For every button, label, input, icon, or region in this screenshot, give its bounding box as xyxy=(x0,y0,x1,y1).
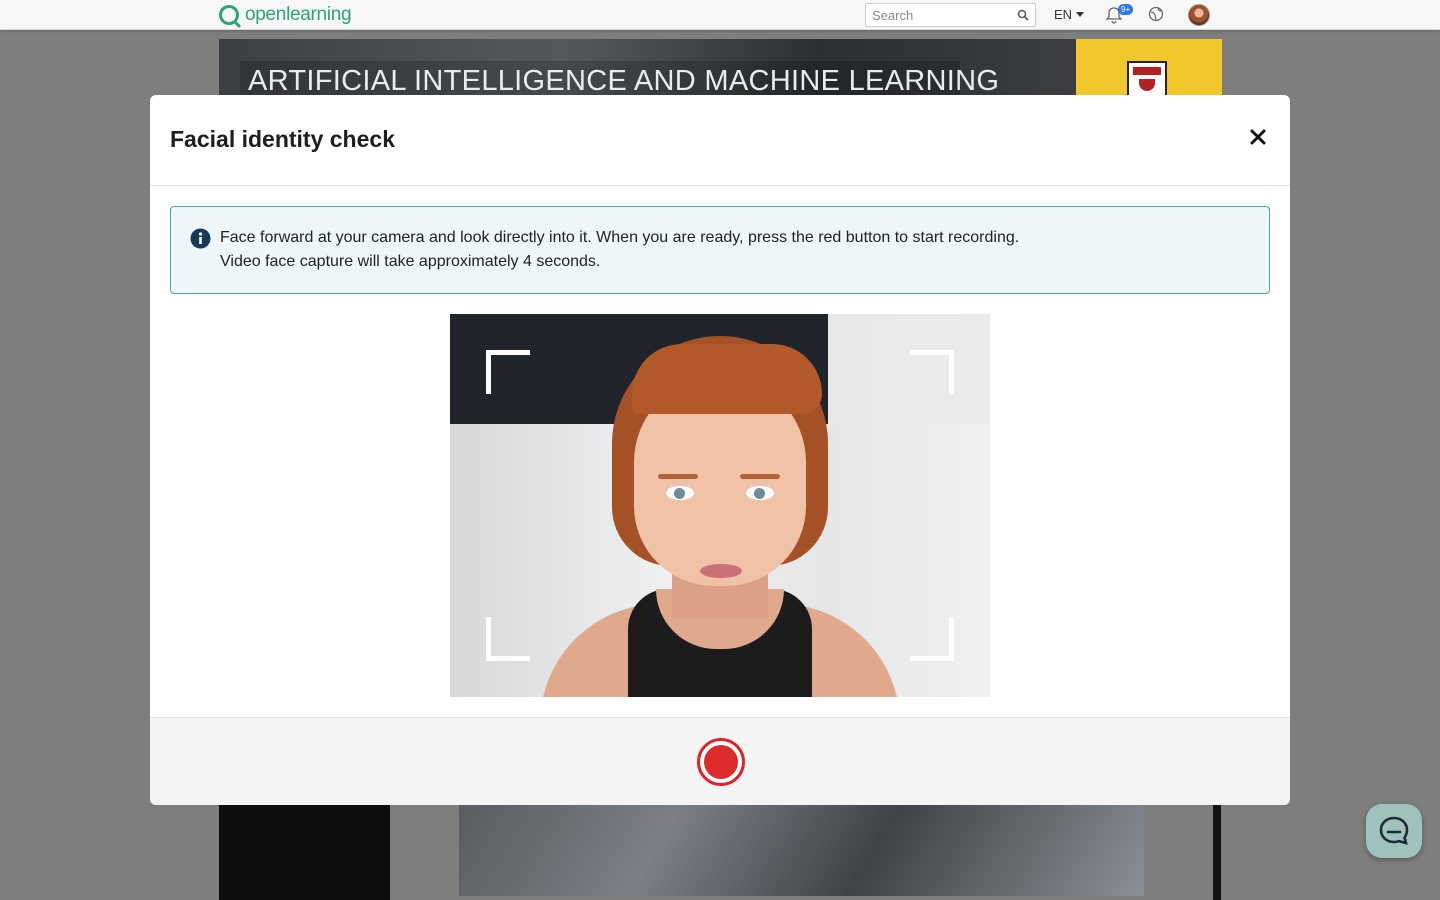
instruction-text-1: Face forward at your camera and look dir… xyxy=(220,229,1020,246)
frame-corner-top-right xyxy=(910,350,954,394)
camera-subject-brow-right xyxy=(740,474,780,479)
university-crest-icon xyxy=(1127,61,1167,99)
openlearning-logo[interactable]: openlearning xyxy=(219,3,352,27)
modal-title: Facial identity check xyxy=(170,126,395,152)
frame-corner-bottom-right xyxy=(910,617,954,661)
record-button[interactable] xyxy=(697,738,745,786)
frame-corner-top-left xyxy=(486,350,530,394)
camera-subject-mouth xyxy=(700,564,742,578)
language-label: EN xyxy=(1054,7,1073,22)
background-divider xyxy=(1213,805,1221,900)
user-avatar[interactable] xyxy=(1188,4,1210,26)
camera-subject-eye-left xyxy=(666,486,694,500)
top-navigation-bar: openlearning Search EN 9+ xyxy=(0,0,1440,30)
facial-identity-modal: Facial identity check Face forward at yo… xyxy=(150,95,1290,805)
search-icon[interactable] xyxy=(1017,9,1029,21)
course-title: ARTIFICIAL INTELLIGENCE AND MACHINE LEAR… xyxy=(240,61,999,99)
background-course-image xyxy=(459,805,1144,896)
search-input[interactable]: Search xyxy=(865,3,1036,27)
modal-header: Facial identity check xyxy=(150,95,1290,186)
logo-mark-icon xyxy=(219,5,239,25)
search-placeholder: Search xyxy=(872,8,914,23)
camera-preview xyxy=(450,314,990,697)
camera-subject-fringe xyxy=(632,344,822,414)
instruction-alert: Face forward at your camera and look dir… xyxy=(170,206,1270,294)
language-selector[interactable]: EN xyxy=(1054,7,1085,22)
chevron-down-icon xyxy=(1076,12,1085,17)
frame-corner-bottom-left xyxy=(486,617,530,661)
camera-subject-brow-left xyxy=(658,474,698,479)
logo-text: openlearning xyxy=(245,4,352,25)
background-sidebar xyxy=(219,805,390,900)
notification-badge: 9+ xyxy=(1118,4,1134,15)
course-banner: ARTIFICIAL INTELLIGENCE AND MACHINE LEAR… xyxy=(219,39,1076,99)
info-icon xyxy=(190,228,211,249)
chat-button[interactable] xyxy=(1366,804,1422,858)
globe-icon[interactable] xyxy=(1148,6,1164,22)
instruction-text-2: Video face capture will take approximate… xyxy=(220,253,601,270)
close-icon[interactable] xyxy=(1246,125,1270,149)
chat-bubble-icon xyxy=(1379,816,1409,845)
camera-subject-eye-right xyxy=(746,486,774,500)
modal-footer xyxy=(150,717,1290,805)
university-crest-panel xyxy=(1076,39,1222,99)
